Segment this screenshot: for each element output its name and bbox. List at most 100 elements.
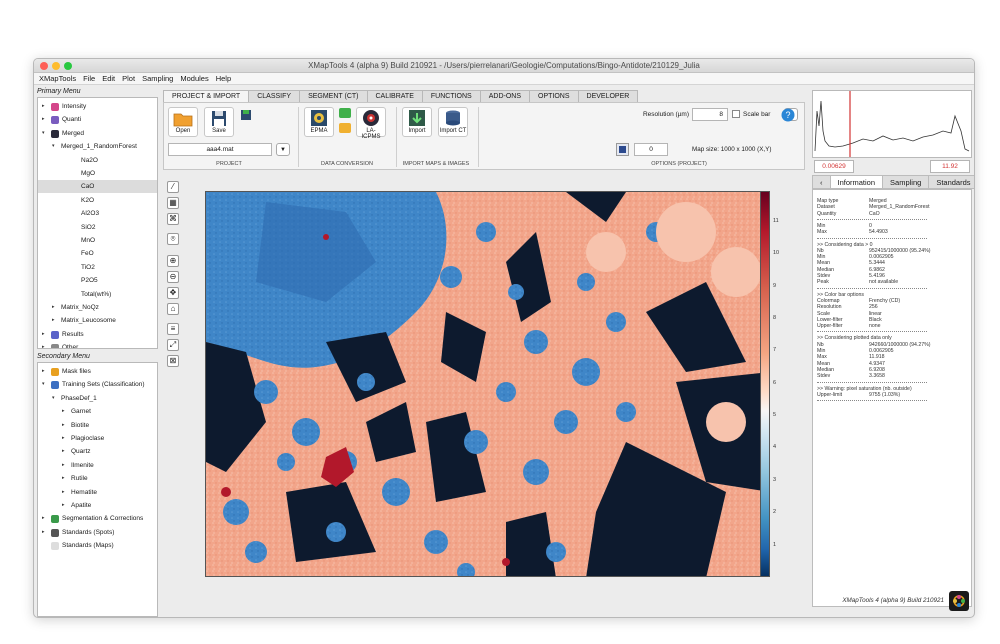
menu-file[interactable]: File <box>83 74 95 83</box>
home-icon[interactable]: ⌂ <box>167 303 179 315</box>
tab-options[interactable]: OPTIONS <box>529 90 579 102</box>
histogram-panel[interactable] <box>812 90 972 158</box>
expand-arrow-icon[interactable]: ▸ <box>42 526 45 539</box>
epma-button[interactable]: EPMA <box>304 107 334 137</box>
secondary_menu-item[interactable]: ▸ Hematite <box>38 486 157 499</box>
primary_menu-item[interactable]: ▸ Quanti <box>38 113 157 126</box>
expand-arrow-icon[interactable]: ▸ <box>52 301 55 314</box>
import-button[interactable]: Import <box>402 107 432 137</box>
tab-standards[interactable]: Standards <box>928 175 974 189</box>
secondary_menu-item[interactable]: ▾ Training Sets (Classification) <box>38 378 157 391</box>
expand-arrow-icon[interactable]: ▸ <box>52 314 55 327</box>
primary_menu-item[interactable]: TiO2 <box>38 261 157 274</box>
expand-arrow-icon[interactable]: ▸ <box>62 499 65 512</box>
histogram-min-field[interactable]: 0.00629 <box>814 160 854 173</box>
primary_menu-item[interactable]: FeO <box>38 247 157 260</box>
secondary_menu-item[interactable]: ▸ Standards (Spots) <box>38 526 157 539</box>
expand-arrow-icon[interactable]: ▸ <box>62 405 65 418</box>
pick-pixel-button[interactable]: ⁄ <box>167 181 179 193</box>
expand-arrow-icon[interactable]: ▸ <box>42 100 45 113</box>
expand-arrow-icon[interactable]: ▸ <box>42 341 45 348</box>
tab-classify[interactable]: CLASSIFY <box>248 90 301 102</box>
primary_menu-item[interactable]: SiO2 <box>38 221 157 234</box>
collapse-arrow-icon[interactable]: ▾ <box>52 392 55 405</box>
secondary_menu-item[interactable]: ▸ Quartz <box>38 445 157 458</box>
expand-arrow-icon[interactable]: ▸ <box>42 113 45 126</box>
project-file-field[interactable]: aaa4.mat <box>168 143 272 156</box>
right-tab-scroll-left[interactable]: ‹ <box>812 175 831 189</box>
primary_menu-item[interactable]: ▸ Other <box>38 341 157 348</box>
primary_menu-item[interactable]: ▸ Results <box>38 328 157 341</box>
secondary_menu-item[interactable]: Standards (Maps) <box>38 539 157 552</box>
element-map-canvas[interactable] <box>205 191 769 577</box>
primary_menu-item[interactable]: ▾ Merged_1_RandomForest <box>38 140 157 153</box>
primary_menu-item[interactable]: MnO <box>38 234 157 247</box>
scale-bar-checkbox[interactable] <box>732 110 740 118</box>
menu-xmaptools[interactable]: XMapTools <box>39 74 76 83</box>
menu-edit[interactable]: Edit <box>102 74 115 83</box>
la-icpms-button[interactable]: LA-ICPMS <box>356 107 386 140</box>
tab-segment[interactable]: SEGMENT (CT) <box>299 90 368 102</box>
secondary_menu-item[interactable]: ▸ Segmentation & Corrections <box>38 512 157 525</box>
primary_menu-item[interactable]: Na2O <box>38 154 157 167</box>
expand-arrow-icon[interactable]: ▸ <box>62 486 65 499</box>
collapse-arrow-icon[interactable]: ▾ <box>52 140 55 153</box>
layers-icon[interactable]: ≡ <box>167 323 179 335</box>
expand-arrow-icon[interactable]: ▸ <box>62 432 65 445</box>
primary_menu-item[interactable]: Al2O3 <box>38 207 157 220</box>
color-swatch-icon[interactable] <box>616 143 629 156</box>
primary_menu-item[interactable]: ▸ Matrix_NoQz <box>38 301 157 314</box>
secondary_menu-item[interactable]: ▸ Apatite <box>38 499 157 512</box>
primary_menu-item[interactable]: ▸ Intensity <box>38 100 157 113</box>
pan-icon[interactable]: ✥ <box>167 287 179 299</box>
primary_menu-item[interactable]: CaO <box>38 180 157 194</box>
tab-project-import[interactable]: PROJECT & IMPORT <box>163 90 250 102</box>
import-ct-button[interactable]: Import CT <box>438 107 468 137</box>
primary_menu-item[interactable]: ▾ Merged <box>38 127 157 140</box>
primary_menu-item[interactable]: ▸ Matrix_Leucosome <box>38 314 157 327</box>
secondary_menu-item[interactable]: ▸ Mask files <box>38 365 157 378</box>
expand-arrow-icon[interactable]: ▸ <box>62 419 65 432</box>
expand-arrow-icon[interactable]: ▸ <box>62 445 65 458</box>
menu-plot[interactable]: Plot <box>122 74 135 83</box>
collapse-arrow-icon[interactable]: ▾ <box>42 127 45 140</box>
save-button[interactable]: Save <box>204 107 234 137</box>
expand-icon[interactable]: ⤢ <box>167 339 179 351</box>
secondary_menu-item[interactable]: ▸ Rutile <box>38 472 157 485</box>
expand-arrow-icon[interactable]: ▸ <box>62 472 65 485</box>
fit-icon[interactable]: ⊠ <box>167 355 179 367</box>
secondary_menu-item[interactable]: ▸ Garnet <box>38 405 157 418</box>
colorbar[interactable] <box>760 191 770 577</box>
histogram-max-field[interactable]: 11.92 <box>930 160 970 173</box>
tab-sampling[interactable]: Sampling <box>882 175 930 189</box>
resolution-input[interactable]: 8 <box>692 108 728 121</box>
zoom-in-icon[interactable]: ⊕ <box>167 255 179 267</box>
save-as-icon[interactable] <box>240 109 252 121</box>
tab-add-ons[interactable]: ADD-ONS <box>479 90 531 102</box>
secondary_menu-item[interactable]: ▸ Ilmenite <box>38 459 157 472</box>
tab-developer[interactable]: DEVELOPER <box>577 90 639 102</box>
primary_menu-item[interactable]: Total(wt%) <box>38 288 157 301</box>
menu-sampling[interactable]: Sampling <box>142 74 173 83</box>
collapse-arrow-icon[interactable]: ▾ <box>42 378 45 391</box>
secondary_menu-item[interactable]: ▸ Biotite <box>38 419 157 432</box>
expand-arrow-icon[interactable]: ▸ <box>42 512 45 525</box>
options-value-field[interactable]: 0 <box>634 143 668 156</box>
tab-functions[interactable]: FUNCTIONS <box>421 90 481 102</box>
tab-calibrate[interactable]: CALIBRATE <box>366 90 423 102</box>
primary_menu-item[interactable]: P2O5 <box>38 274 157 287</box>
command-button[interactable]: ⌘ <box>167 213 179 225</box>
project-dropdown-button[interactable]: ▼ <box>276 143 290 156</box>
expand-arrow-icon[interactable]: ▸ <box>42 328 45 341</box>
menu-help[interactable]: Help <box>216 74 231 83</box>
menu-modules[interactable]: Modules <box>180 74 208 83</box>
tab-information[interactable]: Information <box>829 175 884 189</box>
primary_menu-item[interactable]: K2O <box>38 194 157 207</box>
expand-arrow-icon[interactable]: ▸ <box>42 365 45 378</box>
primary_menu-item[interactable]: MgO <box>38 167 157 180</box>
green-layers-icon[interactable] <box>338 107 352 119</box>
orange-layers-icon[interactable] <box>338 122 352 134</box>
zoom-out-icon[interactable]: ⊖ <box>167 271 179 283</box>
secondary_menu-item[interactable]: ▾ PhaseDef_1 <box>38 392 157 405</box>
expand-arrow-icon[interactable]: ▸ <box>62 459 65 472</box>
